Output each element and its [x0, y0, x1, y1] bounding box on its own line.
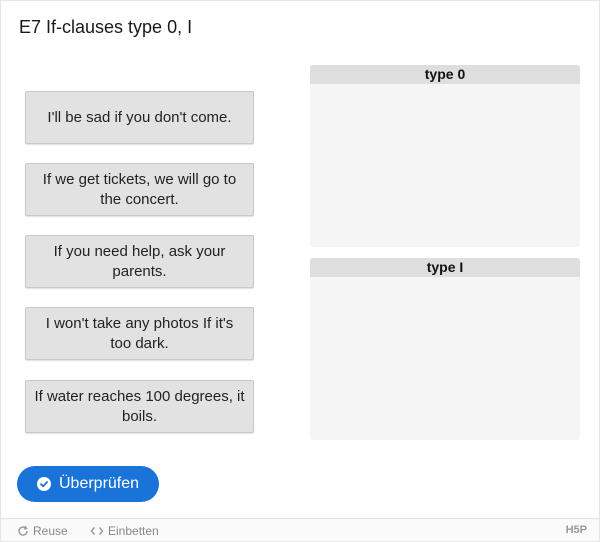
dropzone-type-1[interactable]: type I [310, 258, 580, 440]
draggable-item[interactable]: If you need help, ask your parents. [25, 235, 254, 288]
dropzone-label: type 0 [310, 65, 580, 84]
embed-button[interactable]: Einbetten [90, 524, 159, 538]
page-title: E7 If-clauses type 0, I [19, 17, 193, 37]
embed-icon [90, 527, 104, 535]
embed-label: Einbetten [108, 524, 159, 538]
dropzone-label: type I [310, 258, 580, 277]
draggable-item[interactable]: If water reaches 100 degrees, it boils. [25, 380, 254, 433]
reuse-label: Reuse [33, 524, 68, 538]
draggable-item[interactable]: I'll be sad if you don't come. [25, 91, 254, 144]
reuse-button[interactable]: Reuse [17, 524, 68, 538]
h5p-logo: H5P [565, 524, 587, 536]
footer-bar: Reuse Einbetten H5P [1, 518, 599, 541]
dropzone-type-0[interactable]: type 0 [310, 65, 580, 247]
check-circle-icon [37, 477, 51, 491]
draggable-item[interactable]: If we get tickets, we will go to the con… [25, 163, 254, 216]
reuse-icon [18, 525, 28, 536]
check-button-label: Überprüfen [59, 475, 140, 492]
check-button[interactable]: Überprüfen [17, 466, 159, 502]
draggable-item[interactable]: I won't take any photos If it's too dark… [25, 307, 254, 360]
